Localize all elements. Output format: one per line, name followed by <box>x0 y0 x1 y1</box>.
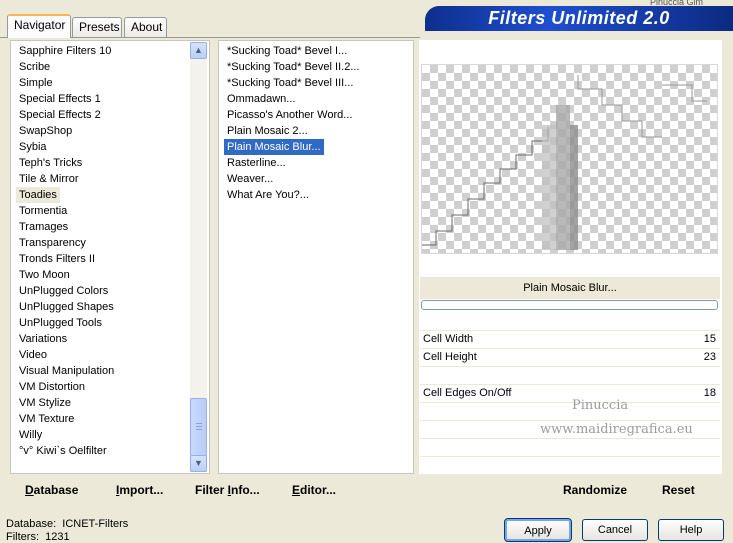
right-toolbar: Randomize Reset <box>419 477 722 503</box>
category-item[interactable]: UnPlugged Tools <box>19 315 102 331</box>
chevron-down-icon[interactable]: ▼ <box>190 455 207 472</box>
category-item[interactable]: VM Stylize <box>19 395 71 411</box>
category-item[interactable]: Tronds Filters II <box>19 251 95 267</box>
status-filters: Filters: 1231 <box>6 531 70 543</box>
editor-button[interactable]: Editor... <box>292 483 336 497</box>
category-item[interactable]: Sybia <box>19 139 47 155</box>
watermark-url: www.maidiregrafica.eu <box>540 422 693 437</box>
filter-list[interactable]: *Sucking Toad* Bevel I... *Sucking Toad* … <box>218 40 414 474</box>
scroll-thumb[interactable] <box>190 398 207 456</box>
filter-item[interactable]: Weaver... <box>227 171 273 187</box>
banner-title: Filters Unlimited 2.0 <box>425 6 733 31</box>
filter-item[interactable]: Ommadawn... <box>227 91 295 107</box>
watermark-name: Pinuccia <box>572 398 629 413</box>
category-item[interactable]: Tramages <box>19 219 68 235</box>
database-button[interactable]: Database <box>25 483 78 497</box>
status-database: Database: ICNET-Filters <box>6 518 129 530</box>
left-toolbar: Database Import... Filter Info... Editor… <box>10 477 414 503</box>
category-item[interactable]: Tormentia <box>19 203 67 219</box>
category-item[interactable]: Transparency <box>19 235 86 251</box>
category-item[interactable]: Simple <box>19 75 53 91</box>
filter-info-button[interactable]: Filter Info... <box>195 483 260 497</box>
category-item[interactable]: SwapShop <box>19 123 72 139</box>
reset-button[interactable]: Reset <box>662 483 695 497</box>
filter-item[interactable]: Plain Mosaic Blur... <box>223 138 325 156</box>
category-item[interactable]: Video <box>19 347 47 363</box>
filter-item[interactable]: *Sucking Toad* Bevel I... <box>227 43 347 59</box>
category-item[interactable]: Willy <box>19 427 42 443</box>
category-item[interactable]: Sapphire Filters 10 <box>19 43 111 59</box>
selected-filter-name: Plain Mosaic Blur... <box>420 277 720 299</box>
category-item[interactable]: Visual Manipulation <box>19 363 114 379</box>
filter-item[interactable]: *Sucking Toad* Bevel II.2... <box>227 59 360 75</box>
randomize-button[interactable]: Randomize <box>563 483 627 497</box>
preview-artwork <box>422 75 707 250</box>
param-cell-edges[interactable]: Cell Edges On/Off 18 <box>420 385 720 402</box>
category-item[interactable]: Special Effects 1 <box>19 91 101 107</box>
filter-item[interactable]: Plain Mosaic 2... <box>227 123 308 139</box>
preview-image <box>421 64 718 254</box>
category-item[interactable]: UnPlugged Shapes <box>19 299 114 315</box>
filter-item[interactable]: *Sucking Toad* Bevel III... <box>227 75 353 91</box>
tab-about[interactable]: About <box>124 17 167 37</box>
cancel-button[interactable]: Cancel <box>582 519 648 541</box>
category-item[interactable]: Special Effects 2 <box>19 107 101 123</box>
category-item[interactable]: Teph's Tricks <box>19 155 82 171</box>
tab-presets[interactable]: Presets <box>72 17 122 37</box>
category-item[interactable]: Two Moon <box>19 267 70 283</box>
category-scrollbar[interactable]: ▲ ▼ <box>190 42 207 472</box>
tab-navigator[interactable]: Navigator <box>7 14 71 38</box>
category-item[interactable]: Toadies <box>16 187 60 203</box>
category-item[interactable]: Tile & Mirror <box>19 171 78 187</box>
tab-strip: Navigator Presets About <box>0 0 420 38</box>
filter-item[interactable]: Picasso's Another Word... <box>227 107 352 123</box>
param-cell-width[interactable]: Cell Width 15 <box>420 331 720 348</box>
category-item[interactable]: VM Texture <box>19 411 74 427</box>
help-button[interactable]: Help <box>658 519 724 541</box>
param-cell-height[interactable]: Cell Height 23 <box>420 349 720 366</box>
category-item[interactable]: VM Distortion <box>19 379 85 395</box>
category-item[interactable]: °v° Kiwi`s Oelfilter <box>19 443 107 459</box>
category-item[interactable]: Scribe <box>19 59 50 75</box>
progress-bar <box>421 300 718 310</box>
apply-button[interactable]: Apply <box>504 518 572 542</box>
filter-item[interactable]: What Are You?... <box>227 187 309 203</box>
category-item[interactable]: Variations <box>19 331 67 347</box>
chevron-up-icon[interactable]: ▲ <box>190 42 207 59</box>
filter-item[interactable]: Rasterline... <box>227 155 286 171</box>
import-button[interactable]: Import... <box>116 483 163 497</box>
category-item[interactable]: UnPlugged Colors <box>19 283 108 299</box>
category-list[interactable]: Sapphire Filters 10 Scribe Simple Special E… <box>10 40 210 474</box>
